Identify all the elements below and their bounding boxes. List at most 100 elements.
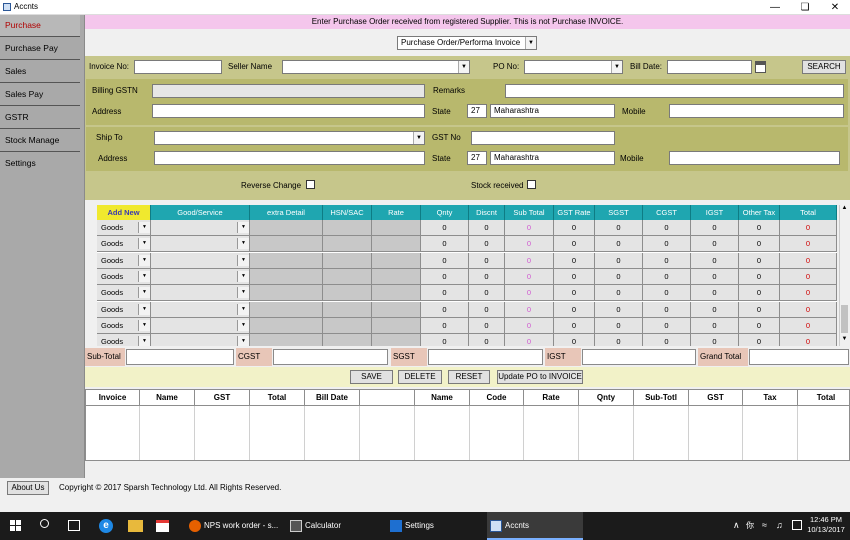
qnty-cell[interactable]: 0 xyxy=(421,236,469,253)
qnty-cell[interactable]: 0 xyxy=(421,301,469,318)
ship-mobile-field[interactable] xyxy=(669,151,840,165)
good-service-select[interactable]: ▼ xyxy=(151,220,250,236)
billing-gstn-field[interactable] xyxy=(152,84,425,98)
other-tax-cell[interactable]: 0 xyxy=(739,236,780,253)
hsn-sac-cell[interactable] xyxy=(323,220,372,236)
extra-detail-cell[interactable] xyxy=(250,334,323,346)
minimize-icon[interactable]: — xyxy=(760,0,790,15)
other-tax-cell[interactable]: 0 xyxy=(739,252,780,269)
rate-cell[interactable] xyxy=(372,317,421,334)
extra-detail-cell[interactable] xyxy=(250,301,323,318)
good-service-select[interactable]: ▼ xyxy=(151,236,250,253)
reset-button[interactable]: RESET xyxy=(448,370,490,384)
sidebar-item-stock-manage[interactable]: Stock Manage xyxy=(0,130,80,152)
discnt-cell[interactable]: 0 xyxy=(469,268,505,285)
chevron-up-icon[interactable]: ∧ xyxy=(733,520,740,531)
seller-name-select[interactable]: ▼ xyxy=(282,60,470,74)
rate-cell[interactable] xyxy=(372,285,421,302)
rate-cell[interactable] xyxy=(372,252,421,269)
extra-detail-cell[interactable] xyxy=(250,220,323,236)
gst-rate-cell[interactable]: 0 xyxy=(554,317,595,334)
close-icon[interactable]: ✕ xyxy=(820,0,850,15)
volume-icon[interactable]: ♫ xyxy=(776,520,783,530)
language-icon[interactable]: 你 xyxy=(746,520,754,531)
other-tax-cell[interactable]: 0 xyxy=(739,220,780,236)
row-type-select[interactable]: Goods ▼ xyxy=(97,220,151,236)
windows-start-icon[interactable] xyxy=(10,520,22,532)
sidebar-item-settings[interactable]: Settings xyxy=(0,153,80,175)
sidebar-item-sales-pay[interactable]: Sales Pay xyxy=(0,84,80,106)
row-type-select[interactable]: Goods ▼ xyxy=(97,301,151,318)
bill-date-field[interactable] xyxy=(667,60,752,74)
gst-rate-cell[interactable]: 0 xyxy=(554,334,595,346)
gst-no-field[interactable] xyxy=(471,131,615,145)
hsn-sac-cell[interactable] xyxy=(323,236,372,253)
good-service-select[interactable]: ▼ xyxy=(151,252,250,269)
save-button[interactable]: SAVE xyxy=(350,370,393,384)
hsn-sac-cell[interactable] xyxy=(323,268,372,285)
other-tax-cell[interactable]: 0 xyxy=(739,268,780,285)
discnt-cell[interactable]: 0 xyxy=(469,220,505,236)
gst-rate-cell[interactable]: 0 xyxy=(554,301,595,318)
remarks-field[interactable] xyxy=(505,84,844,98)
taskbar-app-accnts[interactable]: Accnts xyxy=(487,512,583,540)
rate-cell[interactable] xyxy=(372,301,421,318)
cgst-field[interactable] xyxy=(273,349,388,365)
about-us-button[interactable]: About Us xyxy=(7,481,49,495)
file-explorer-icon[interactable] xyxy=(128,520,143,532)
calendar-icon[interactable] xyxy=(755,61,766,73)
network-icon[interactable]: ≈ xyxy=(762,520,767,530)
gst-rate-cell[interactable]: 0 xyxy=(554,285,595,302)
ship-state-name-field[interactable]: Maharashtra xyxy=(490,151,615,165)
other-tax-cell[interactable]: 0 xyxy=(739,301,780,318)
gst-rate-cell[interactable]: 0 xyxy=(554,268,595,285)
qnty-cell[interactable]: 0 xyxy=(421,285,469,302)
extra-detail-cell[interactable] xyxy=(250,252,323,269)
restore-icon[interactable]: ❏ xyxy=(790,0,820,15)
row-type-select[interactable]: Goods ▼ xyxy=(97,317,151,334)
po-no-select[interactable]: ▼ xyxy=(524,60,623,74)
notification-icon[interactable] xyxy=(792,520,802,530)
discnt-cell[interactable]: 0 xyxy=(469,252,505,269)
rate-cell[interactable] xyxy=(372,220,421,236)
rate-cell[interactable] xyxy=(372,268,421,285)
qnty-cell[interactable]: 0 xyxy=(421,268,469,285)
row-type-select[interactable]: Goods ▼ xyxy=(97,285,151,302)
sidebar-item-gstr[interactable]: GSTR xyxy=(0,107,80,129)
search-icon[interactable] xyxy=(40,519,49,528)
discnt-cell[interactable]: 0 xyxy=(469,285,505,302)
taskbar-app-calculator[interactable]: Calculator xyxy=(287,512,383,540)
other-tax-cell[interactable]: 0 xyxy=(739,334,780,346)
qnty-cell[interactable]: 0 xyxy=(421,252,469,269)
doc-type-select[interactable]: Purchase Order/Performa Invoice ▼ xyxy=(397,36,537,50)
extra-detail-cell[interactable] xyxy=(250,285,323,302)
taskbar-app-nps[interactable]: NPS work order - s... xyxy=(186,512,284,540)
discnt-cell[interactable]: 0 xyxy=(469,317,505,334)
good-service-select[interactable]: ▼ xyxy=(151,285,250,302)
other-tax-cell[interactable]: 0 xyxy=(739,317,780,334)
address-field[interactable] xyxy=(152,104,425,118)
subtotal-field[interactable] xyxy=(126,349,234,365)
sgst-field[interactable] xyxy=(428,349,543,365)
extra-detail-cell[interactable] xyxy=(250,268,323,285)
sidebar-item-purchase-pay[interactable]: Purchase Pay xyxy=(0,38,80,60)
ship-address-field[interactable] xyxy=(154,151,425,165)
igst-field[interactable] xyxy=(582,349,696,365)
scroll-up-icon[interactable]: ▲ xyxy=(840,205,849,215)
discnt-cell[interactable]: 0 xyxy=(469,236,505,253)
scroll-thumb[interactable] xyxy=(841,305,848,333)
add-new-header[interactable]: Add New xyxy=(97,205,151,220)
discnt-cell[interactable]: 0 xyxy=(469,301,505,318)
state-name-field[interactable]: Maharashtra xyxy=(490,104,615,118)
gst-rate-cell[interactable]: 0 xyxy=(554,252,595,269)
row-type-select[interactable]: Goods ▼ xyxy=(97,268,151,285)
ship-state-code-field[interactable]: 27 xyxy=(467,151,487,165)
delete-button[interactable]: DELETE xyxy=(398,370,442,384)
good-service-select[interactable]: ▼ xyxy=(151,334,250,346)
hsn-sac-cell[interactable] xyxy=(323,252,372,269)
good-service-select[interactable]: ▼ xyxy=(151,317,250,334)
gst-rate-cell[interactable]: 0 xyxy=(554,220,595,236)
discnt-cell[interactable]: 0 xyxy=(469,334,505,346)
qnty-cell[interactable]: 0 xyxy=(421,334,469,346)
grand-total-field[interactable] xyxy=(749,349,849,365)
